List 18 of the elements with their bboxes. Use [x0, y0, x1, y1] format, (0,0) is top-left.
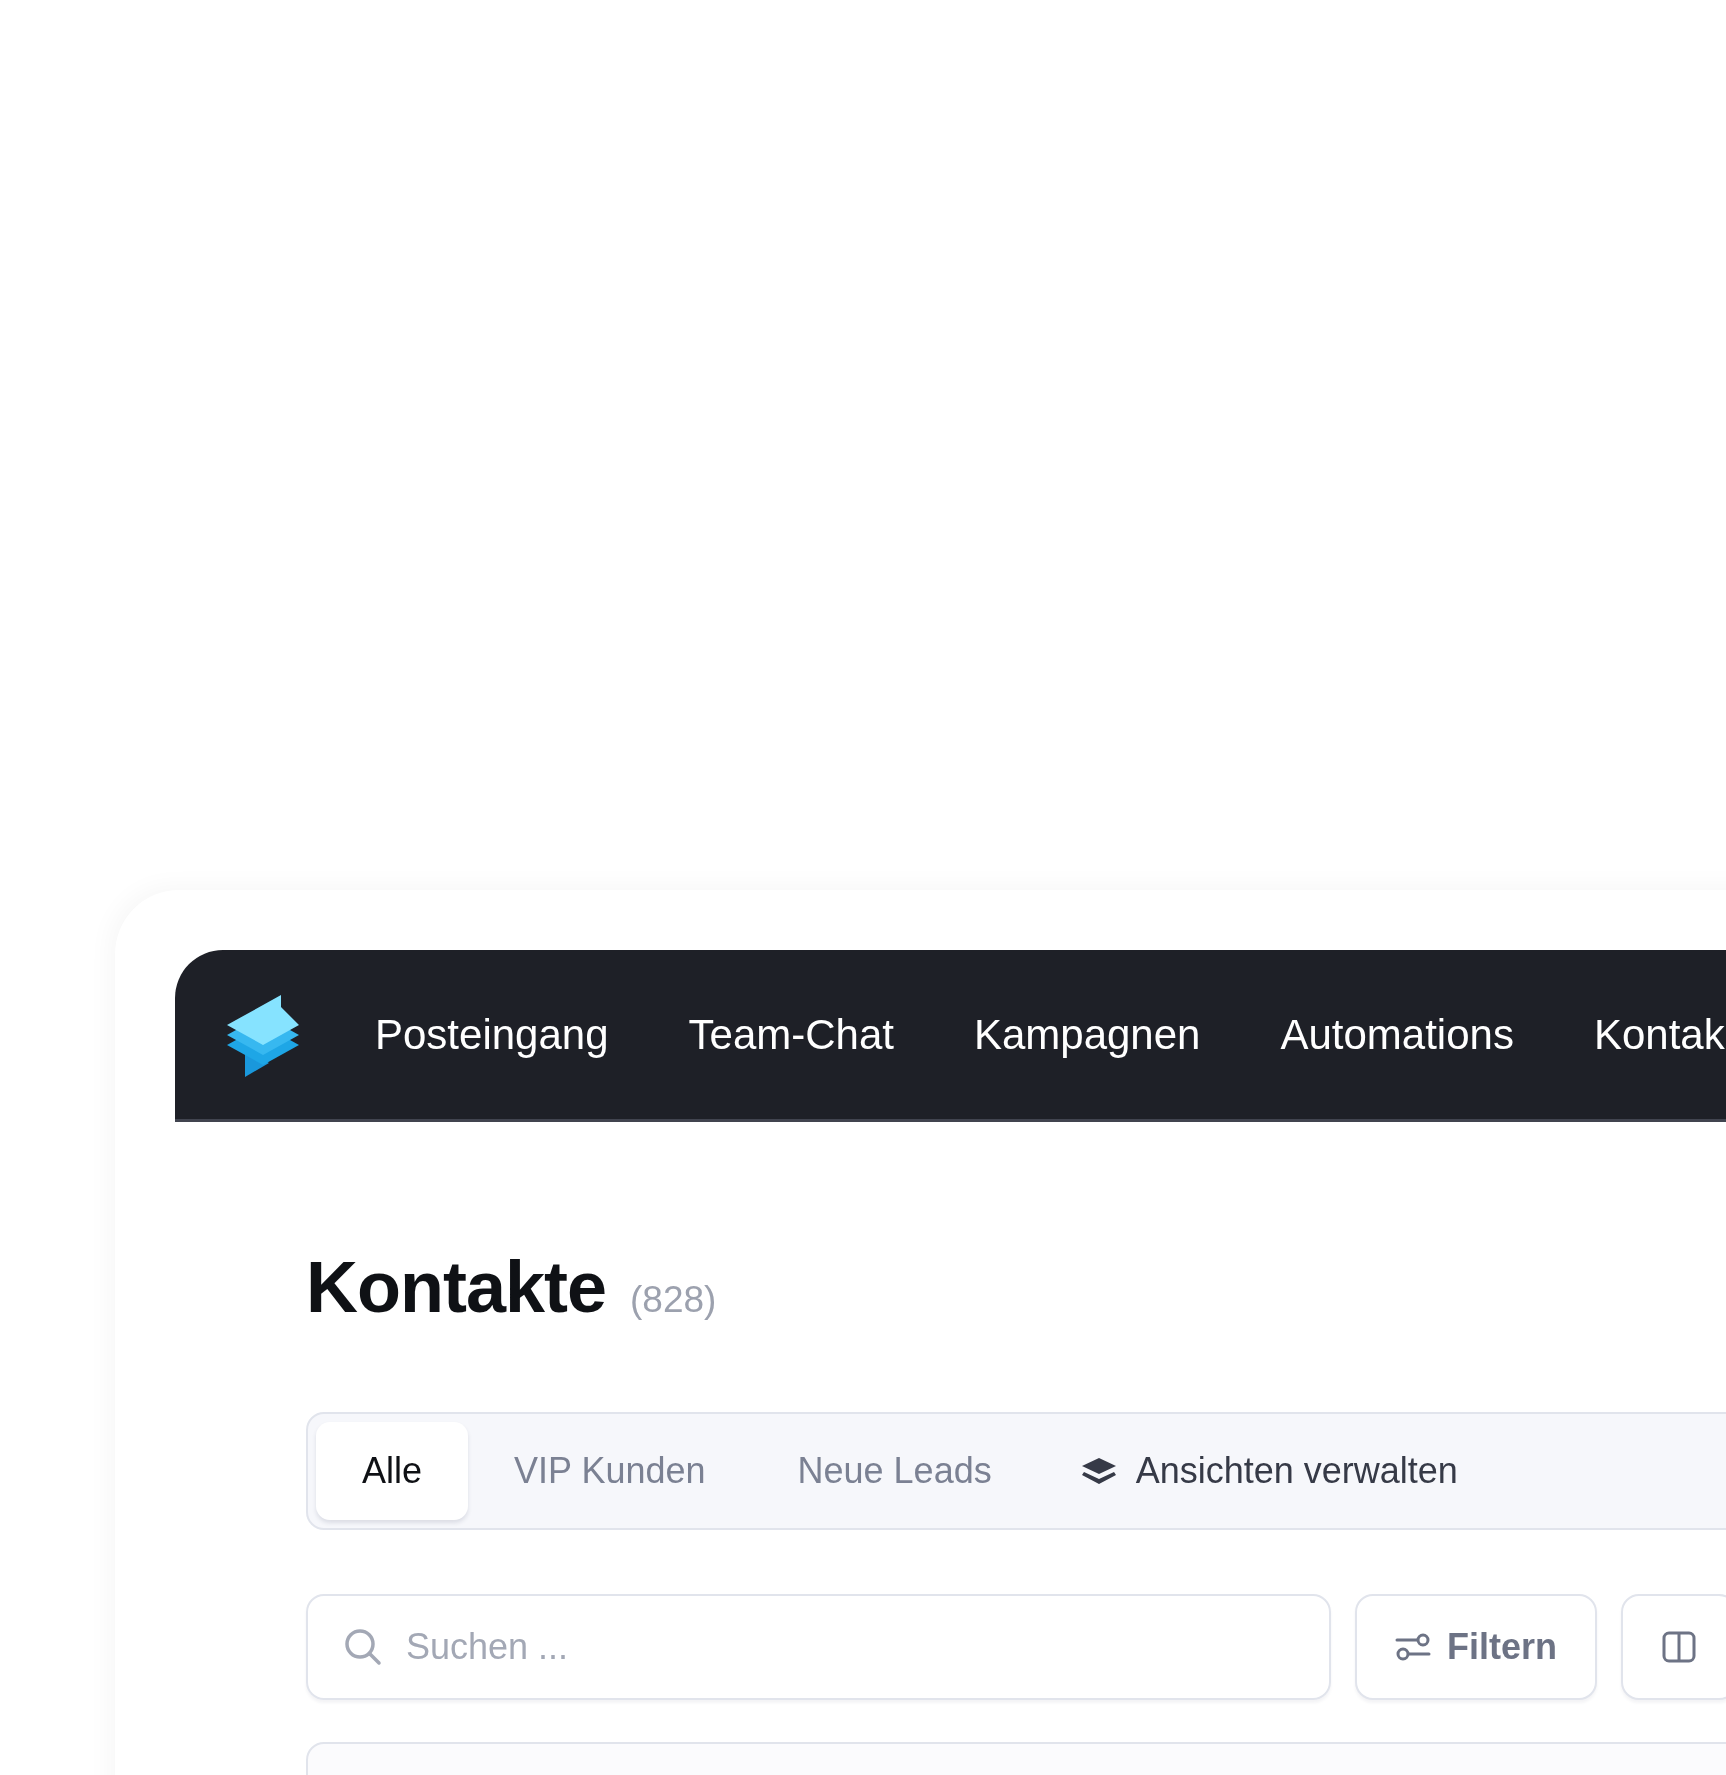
manage-views-button[interactable]: Ansichten verwalten	[1037, 1450, 1488, 1492]
columns-icon	[1661, 1630, 1697, 1664]
search-field[interactable]: Suchen ...	[306, 1594, 1331, 1700]
view-tab[interactable]: VIP Kunden	[468, 1422, 752, 1520]
nav-item[interactable]: Posteingang	[375, 1010, 609, 1059]
search-icon	[344, 1628, 382, 1666]
page-title: Kontakte	[306, 1246, 607, 1328]
contact-count: (828)	[630, 1279, 717, 1321]
search-input[interactable]: Suchen ...	[404, 1625, 1329, 1669]
nav-item[interactable]: Kontak	[1593, 1010, 1725, 1059]
layers-icon	[1079, 1456, 1118, 1486]
filter-button[interactable]: Filtern	[1355, 1594, 1597, 1700]
columns-button[interactable]	[1621, 1594, 1726, 1700]
nav-item[interactable]: Kampagnen	[973, 1010, 1201, 1059]
nav-item[interactable]: Automations	[1280, 1010, 1514, 1059]
view-tab[interactable]: Neue Leads	[751, 1422, 1038, 1520]
view-tab[interactable]: Alle	[316, 1422, 469, 1520]
nav-item[interactable]: Team-Chat	[688, 1010, 894, 1059]
